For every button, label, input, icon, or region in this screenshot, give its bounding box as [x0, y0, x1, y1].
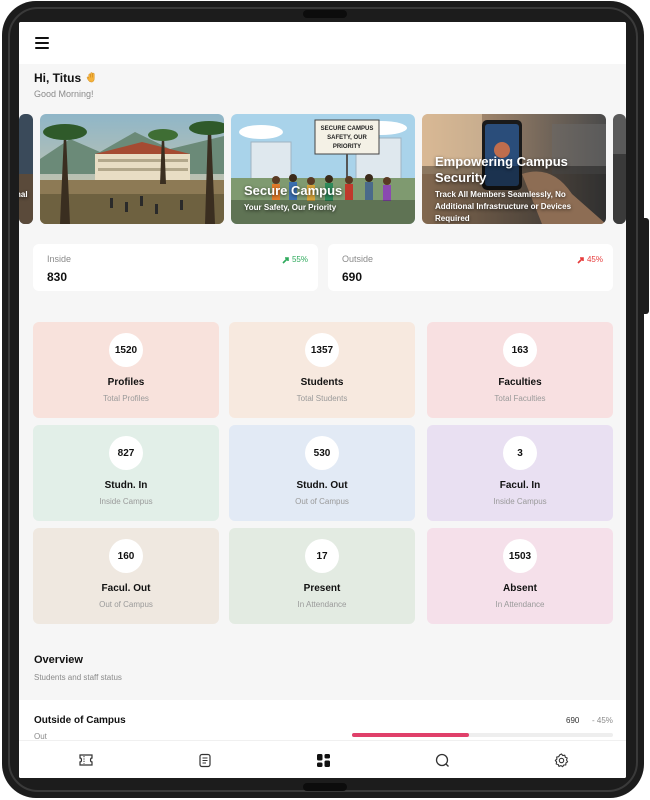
- svg-text:SECURE CAMPUS: SECURE CAMPUS: [321, 126, 374, 132]
- metric-tile-title: Present: [303, 583, 341, 594]
- metric-tile-title: Faculties: [498, 377, 542, 388]
- stat-inside-label: Inside: [47, 254, 72, 264]
- banner-empowering-subtitle: Track All Members Seamlessly, No Additio…: [435, 190, 572, 223]
- progress-fill: [352, 733, 470, 737]
- metric-tile[interactable]: 1503 Absent In Attendance: [427, 528, 613, 624]
- metric-tile-title: Students: [300, 377, 344, 388]
- progress-track: [352, 733, 613, 737]
- app-screen: Hi, Titus Good Morning! nal: [19, 22, 626, 778]
- waving-hand-icon: [86, 72, 97, 83]
- dashboard-grid-icon: [316, 753, 330, 767]
- overview-title: Overview: [34, 654, 83, 666]
- tablet-side-button: [643, 218, 649, 314]
- progress-percent: - 45%: [592, 716, 613, 725]
- metric-tile[interactable]: 1520 Profiles Total Profiles: [33, 322, 219, 418]
- metric-tile-subtitle: Total Students: [296, 394, 348, 403]
- camera-bar-top: [303, 10, 347, 18]
- stat-card-outside[interactable]: Outside 690 45%: [328, 244, 613, 291]
- metric-tile[interactable]: 163 Faculties Total Faculties: [427, 322, 613, 418]
- greeting-title: Hi, Titus: [34, 71, 97, 85]
- banner-slide-0[interactable]: nal: [19, 114, 33, 224]
- nav-ticket[interactable]: [77, 751, 95, 769]
- metric-tile-value: 3: [503, 436, 537, 470]
- metric-tile-value: 1520: [109, 333, 143, 367]
- metric-tile-value: 827: [109, 436, 143, 470]
- banner-secure-campus-title: Secure Campus: [244, 183, 343, 198]
- stat-outside-percent: 45%: [586, 255, 603, 264]
- metric-tile-value: 163: [503, 333, 537, 367]
- metric-tile-subtitle: Inside Campus: [99, 497, 153, 506]
- progress-title: Outside of Campus: [34, 715, 126, 726]
- greeting-text: Hi, Titus: [34, 71, 82, 85]
- hamburger-menu-icon[interactable]: [35, 37, 49, 49]
- campus-painting-image: [40, 114, 224, 224]
- metric-tile-subtitle: In Attendance: [495, 600, 545, 609]
- metric-tile[interactable]: 530 Studn. Out Out of Campus: [229, 425, 415, 521]
- metric-tile-subtitle: Out of Campus: [99, 600, 153, 609]
- metric-tile-subtitle: Inside Campus: [493, 497, 547, 506]
- metric-tile-value: 17: [305, 539, 339, 573]
- trend-down-icon: [577, 256, 584, 264]
- trend-up-icon: [282, 256, 289, 264]
- metric-tile-title: Facul. In: [499, 480, 541, 491]
- camera-bar-bottom: [303, 783, 347, 791]
- stat-inside-trend: 55%: [282, 255, 308, 264]
- stat-inside-value: 830: [47, 270, 68, 284]
- metric-tile-title: Studn. Out: [296, 480, 348, 491]
- stat-outside-trend: 45%: [577, 255, 603, 264]
- metric-tile[interactable]: 17 Present In Attendance: [229, 528, 415, 624]
- metric-tile[interactable]: 160 Facul. Out Out of Campus: [33, 528, 219, 624]
- gear-icon: [554, 752, 568, 767]
- metric-tile-subtitle: Total Faculties: [494, 394, 546, 403]
- nav-search[interactable]: [433, 751, 451, 769]
- svg-text:PRIORITY: PRIORITY: [333, 144, 361, 150]
- metric-tile-title: Studn. In: [104, 480, 148, 491]
- banner-secure-campus-subtitle: Your Safety, Our Priority: [244, 203, 337, 212]
- search-icon: [435, 753, 449, 767]
- metric-tile-subtitle: In Attendance: [297, 600, 347, 609]
- ticket-icon: [79, 754, 93, 766]
- top-bar: [19, 22, 626, 64]
- stat-outside-label: Outside: [342, 254, 374, 264]
- banner-slide-secure-campus[interactable]: SECURE CAMPUS SAFETY, OUR PRIORITY Secur…: [231, 114, 415, 224]
- metric-tile[interactable]: 3 Facul. In Inside Campus: [427, 425, 613, 521]
- metric-tile-title: Facul. Out: [101, 583, 151, 594]
- stat-outside-value: 690: [342, 270, 363, 284]
- metric-tile-title: Profiles: [107, 377, 145, 388]
- stat-inside-percent: 55%: [291, 255, 308, 264]
- banner-empowering-title: Empowering Campus Security: [435, 154, 568, 185]
- stat-card-inside[interactable]: Inside 830 55%: [33, 244, 318, 291]
- nav-settings[interactable]: [552, 751, 570, 769]
- metric-tile-value: 530: [305, 436, 339, 470]
- nav-dashboard[interactable]: [314, 751, 332, 769]
- progress-value: 690: [566, 716, 580, 725]
- list-icon: [199, 753, 211, 767]
- metric-tile[interactable]: 1357 Students Total Students: [229, 322, 415, 418]
- greeting-subtitle: Good Morning!: [34, 89, 94, 99]
- bottom-navigation: [19, 740, 626, 778]
- banner-slide-1[interactable]: [40, 114, 224, 224]
- nav-list[interactable]: [196, 751, 214, 769]
- metric-tile-title: Absent: [503, 583, 537, 594]
- metric-tile[interactable]: 827 Studn. In Inside Campus: [33, 425, 219, 521]
- metric-tile-subtitle: Out of Campus: [295, 497, 349, 506]
- metric-tile-value: 160: [109, 539, 143, 573]
- metric-tile-subtitle: Total Profiles: [103, 394, 149, 403]
- banner-carousel[interactable]: nal: [19, 114, 626, 224]
- metric-tile-value: 1503: [503, 539, 537, 573]
- metric-tile-value: 1357: [305, 333, 339, 367]
- svg-text:SAFETY, OUR: SAFETY, OUR: [327, 135, 367, 141]
- banner-slide-4[interactable]: [613, 114, 626, 224]
- banner-slide-0-subtitle: nal: [19, 190, 28, 199]
- banner-slide-empowering[interactable]: Empowering Campus Security Track All Mem…: [422, 114, 606, 224]
- overview-subtitle: Students and staff status: [34, 673, 122, 682]
